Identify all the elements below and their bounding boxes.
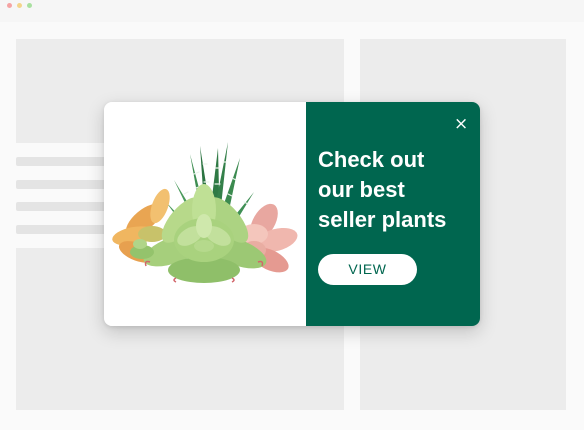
- close-icon[interactable]: ×: [454, 116, 468, 133]
- window-titlebar: [0, 0, 584, 22]
- window-maximize-dot[interactable]: [27, 3, 32, 8]
- popup-image-area: [104, 102, 306, 326]
- succulent-plants-image: [112, 142, 298, 283]
- small-green-succulent: [130, 239, 154, 259]
- window-close-dot[interactable]: [7, 3, 12, 8]
- popup-content-panel: × Check out our best seller plants VIEW: [306, 102, 480, 326]
- promo-popup: × Check out our best seller plants VIEW: [104, 102, 480, 326]
- window-minimize-dot[interactable]: [17, 3, 22, 8]
- popup-headline: Check out our best seller plants: [318, 147, 447, 232]
- view-button[interactable]: VIEW: [318, 254, 417, 285]
